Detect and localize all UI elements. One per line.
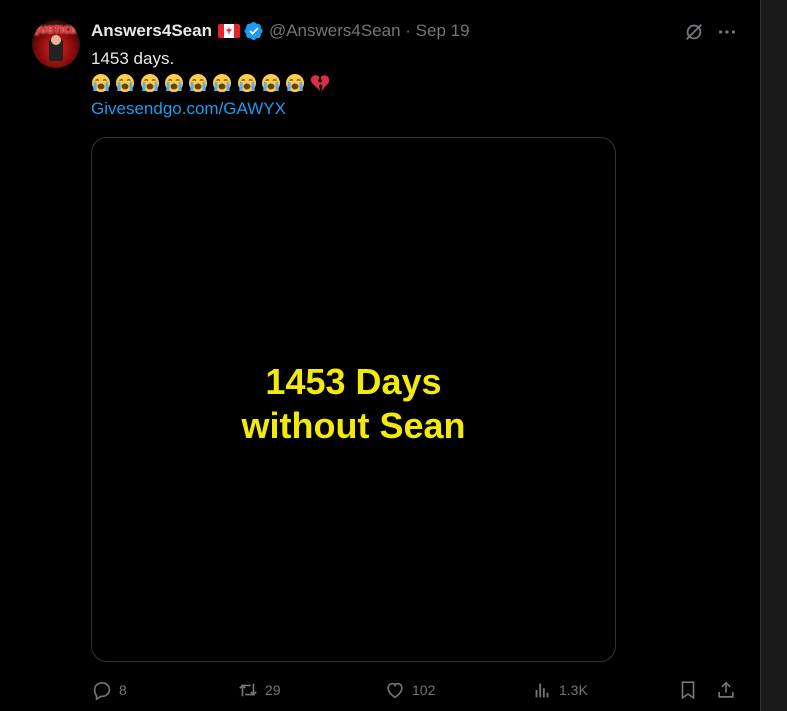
repost-icon	[239, 683, 257, 697]
share-button[interactable]	[715, 676, 737, 704]
views-button[interactable]: 1.3K	[531, 676, 588, 704]
emoji-row	[91, 71, 330, 95]
loudly-crying-face-icon	[164, 73, 184, 93]
like-icon	[387, 682, 403, 699]
repost-button[interactable]: 29	[237, 676, 281, 704]
donation-link[interactable]: Givesendgo.com/GAWYX	[91, 97, 286, 121]
loudly-crying-face-icon	[115, 73, 135, 93]
tweet-card[interactable]: JUSTICE Answers4Sean @Answers4Sean · Sep…	[0, 0, 761, 711]
handle-and-date[interactable]: @Answers4Sean · Sep 19	[269, 21, 470, 41]
tweet-text: 1453 days.	[91, 49, 175, 68]
bookmark-icon	[681, 681, 695, 700]
avatar[interactable]: JUSTICE	[32, 20, 80, 68]
views-count: 1.3K	[559, 682, 588, 698]
scrollbar[interactable]	[761, 0, 787, 711]
tweet-header: Answers4Sean @Answers4Sean · Sep 19	[91, 19, 470, 43]
like-count: 102	[412, 682, 436, 698]
display-name[interactable]: Answers4Sean	[91, 21, 212, 41]
action-bar: 8 29 102 1.3K	[91, 676, 751, 704]
share-icon	[718, 681, 734, 698]
image-caption-line1: 1453 Days	[265, 361, 442, 402]
loudly-crying-face-icon	[285, 73, 305, 93]
more-icon[interactable]	[716, 21, 738, 43]
loudly-crying-face-icon	[212, 73, 232, 93]
broken-heart-icon	[310, 73, 330, 93]
canada-flag-icon	[217, 24, 240, 38]
verified-badge-icon[interactable]	[244, 21, 264, 41]
grok-icon[interactable]	[683, 21, 705, 43]
reply-button[interactable]: 8	[91, 676, 127, 704]
reply-count: 8	[119, 682, 127, 698]
loudly-crying-face-icon	[261, 73, 281, 93]
image-caption: 1453 Days without Sean	[92, 360, 615, 448]
reply-icon	[93, 682, 111, 701]
tweet-image[interactable]: 1453 Days without Sean	[91, 137, 616, 662]
loudly-crying-face-icon	[237, 73, 257, 93]
bookmark-button[interactable]	[677, 676, 699, 704]
views-icon	[535, 683, 549, 698]
avatar-face	[51, 35, 61, 45]
repost-count: 29	[265, 682, 281, 698]
like-button[interactable]: 102	[384, 676, 435, 704]
image-caption-line2: without Sean	[241, 405, 466, 446]
loudly-crying-face-icon	[140, 73, 160, 93]
loudly-crying-face-icon	[188, 73, 208, 93]
loudly-crying-face-icon	[91, 73, 111, 93]
